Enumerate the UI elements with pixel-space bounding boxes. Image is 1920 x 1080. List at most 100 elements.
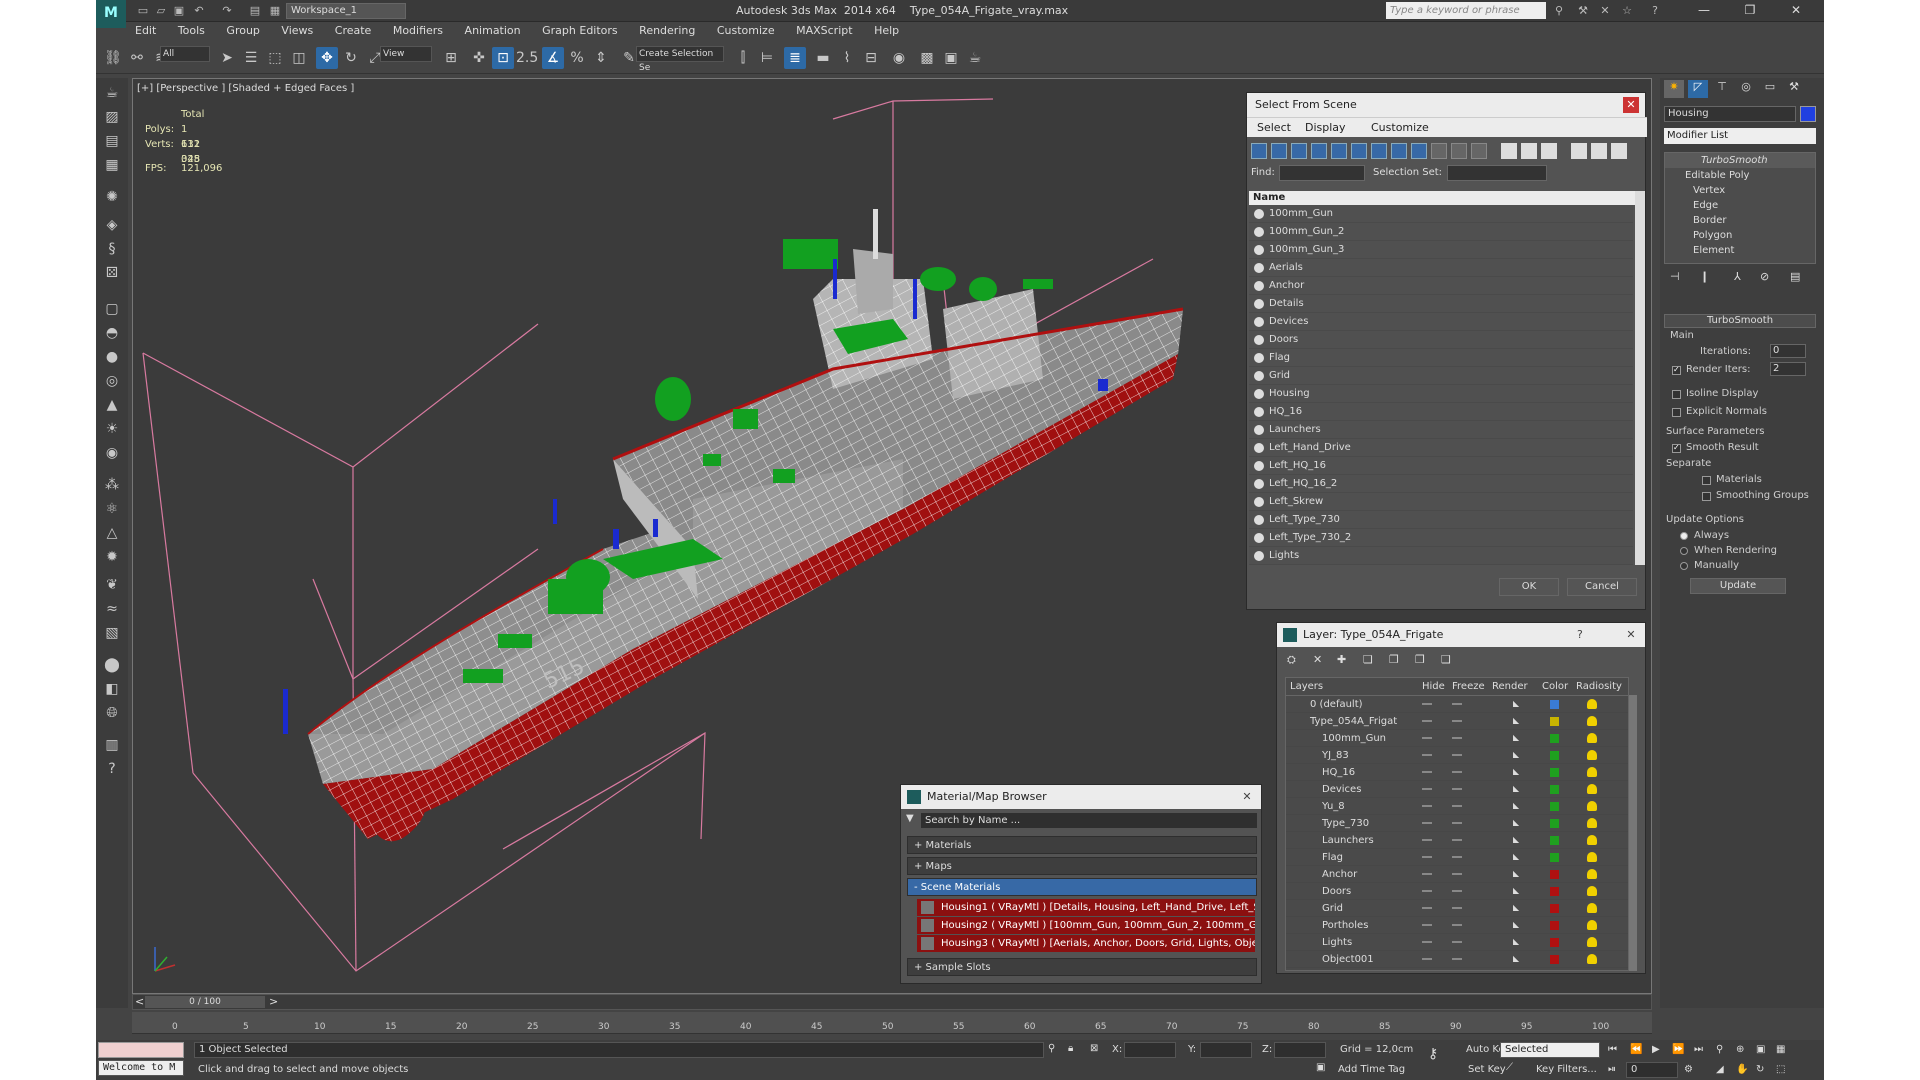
key-mode-dropdown[interactable]: Selected bbox=[1500, 1042, 1600, 1058]
filter-groups-icon[interactable] bbox=[1371, 143, 1387, 159]
x-coord-input[interactable] bbox=[1124, 1042, 1176, 1058]
tab-select[interactable]: Select bbox=[1257, 121, 1291, 134]
time-prev-icon[interactable]: < bbox=[135, 995, 144, 1008]
cancel-button[interactable]: Cancel bbox=[1567, 578, 1637, 596]
layer-color-swatch[interactable] bbox=[1550, 768, 1559, 777]
radiosity-icon[interactable] bbox=[1587, 852, 1597, 862]
layer-help-icon[interactable]: ? bbox=[1577, 628, 1583, 641]
list-icon[interactable]: ▤ bbox=[101, 130, 123, 152]
current-frame-input[interactable]: 0 bbox=[1626, 1062, 1678, 1078]
help-search-input[interactable]: Type a keyword or phrase bbox=[1386, 2, 1546, 19]
layer-row[interactable]: Portholes ◣ bbox=[1286, 917, 1628, 934]
group-scene-materials[interactable]: - Scene Materials bbox=[907, 878, 1257, 896]
scene-list-item[interactable]: HQ_16 bbox=[1249, 403, 1633, 421]
layer-color-swatch[interactable] bbox=[1550, 700, 1559, 709]
light-bulb-icon[interactable]: ✺ bbox=[101, 186, 123, 208]
radiosity-icon[interactable] bbox=[1587, 818, 1597, 828]
hide-all-icon[interactable]: ❒ bbox=[1415, 653, 1425, 666]
radiosity-icon[interactable] bbox=[1587, 903, 1597, 913]
time-config-icon[interactable]: ⚙ bbox=[1684, 1064, 1693, 1075]
layer-row[interactable]: Type_730 ◣ bbox=[1286, 815, 1628, 832]
radiosity-icon[interactable] bbox=[1587, 733, 1597, 743]
hide-toggle[interactable] bbox=[1422, 771, 1432, 773]
help-icon[interactable]: ? bbox=[1648, 4, 1662, 18]
create-tab-icon[interactable]: ✷ bbox=[1664, 80, 1684, 98]
freeze-toggle[interactable] bbox=[1452, 839, 1462, 841]
stack-item-editable-poly[interactable]: Editable Poly bbox=[1665, 168, 1815, 183]
scene-list-item[interactable]: 100mm_Gun_2 bbox=[1249, 223, 1633, 241]
render-toggle-icon[interactable]: ◣ bbox=[1513, 886, 1523, 896]
align-icon[interactable]: ⊨ bbox=[756, 47, 778, 69]
undo-icon[interactable]: ↶ bbox=[192, 4, 206, 18]
filter-shapes-icon[interactable] bbox=[1271, 143, 1287, 159]
add-to-layer-icon[interactable]: ✚ bbox=[1337, 653, 1346, 666]
render-toggle-icon[interactable]: ◣ bbox=[1513, 767, 1523, 777]
menu-modifiers[interactable]: Modifiers bbox=[384, 22, 452, 40]
select-scene-close-button[interactable]: ✕ bbox=[1623, 97, 1639, 113]
render-toggle-icon[interactable]: ◣ bbox=[1513, 954, 1523, 964]
add-time-tag[interactable]: Add Time Tag bbox=[1338, 1064, 1405, 1075]
hide-toggle[interactable] bbox=[1422, 856, 1432, 858]
col-freeze[interactable]: Freeze bbox=[1452, 681, 1485, 692]
freeze-toggle[interactable] bbox=[1452, 788, 1462, 790]
menu-rendering[interactable]: Rendering bbox=[630, 22, 704, 40]
dome-icon[interactable]: ◓ bbox=[101, 322, 123, 344]
scene-list-item[interactable]: Grid bbox=[1249, 367, 1633, 385]
default-in-out-icon[interactable]: ⟋ bbox=[1506, 1062, 1513, 1073]
scene-list-item[interactable]: Flag bbox=[1249, 349, 1633, 367]
particles-icon[interactable]: ⁂ bbox=[101, 474, 123, 496]
hide-toggle[interactable] bbox=[1422, 839, 1432, 841]
filter-lights-icon[interactable] bbox=[1291, 143, 1307, 159]
col-layers[interactable]: Layers bbox=[1290, 681, 1323, 692]
hair-icon[interactable]: ≈ bbox=[101, 598, 123, 620]
render-toggle-icon[interactable]: ◣ bbox=[1513, 818, 1523, 828]
render-toggle-icon[interactable]: ◣ bbox=[1513, 869, 1523, 879]
menu-help[interactable]: Help bbox=[865, 22, 908, 40]
sun-icon[interactable]: ☀ bbox=[101, 418, 123, 440]
sphere-icon[interactable]: ● bbox=[101, 346, 123, 368]
col-hide[interactable]: Hide bbox=[1422, 681, 1445, 692]
previous-frame-icon[interactable]: ⏪ bbox=[1630, 1044, 1642, 1055]
unlink-icon[interactable]: ⚯ bbox=[126, 47, 148, 69]
name-column-header[interactable]: Name bbox=[1249, 191, 1635, 205]
layer-color-swatch[interactable] bbox=[1550, 785, 1559, 794]
layer-color-swatch[interactable] bbox=[1550, 819, 1559, 828]
layer-row[interactable]: Object001 ◣ bbox=[1286, 951, 1628, 968]
isolate-selection-icon[interactable]: ⚲ bbox=[1048, 1043, 1055, 1054]
layer-row[interactable]: Lights ◣ bbox=[1286, 934, 1628, 951]
material-item[interactable]: Housing3 ( VRayMtl ) [Aerials, Anchor, D… bbox=[917, 935, 1255, 952]
render-toggle-icon[interactable]: ◣ bbox=[1513, 937, 1523, 947]
time-next-icon[interactable]: > bbox=[269, 995, 278, 1008]
scene-list-item[interactable]: Left_HQ_16 bbox=[1249, 457, 1633, 475]
material-item[interactable]: Housing2 ( VRayMtl ) [100mm_Gun, 100mm_G… bbox=[917, 917, 1255, 934]
hide-toggle[interactable] bbox=[1422, 941, 1432, 943]
go-to-start-icon[interactable]: ⏮ bbox=[1608, 1044, 1617, 1055]
curve-editor-icon[interactable]: ⌇ bbox=[836, 47, 858, 69]
grid-icon[interactable]: ▦ bbox=[101, 154, 123, 176]
z-coord-input[interactable] bbox=[1274, 1042, 1326, 1058]
maxscript-welcome[interactable]: Welcome to M bbox=[98, 1060, 184, 1076]
object-color-swatch[interactable] bbox=[1800, 106, 1816, 122]
separate-smoothing-checkbox[interactable] bbox=[1702, 492, 1711, 501]
freeze-toggle[interactable] bbox=[1452, 720, 1462, 722]
key-mode-toggle-icon[interactable]: ⏯ bbox=[1608, 1064, 1616, 1075]
select-object-icon[interactable]: ➤ bbox=[216, 47, 238, 69]
freeze-toggle[interactable] bbox=[1452, 958, 1462, 960]
layer-color-swatch[interactable] bbox=[1550, 836, 1559, 845]
tools-icon[interactable]: ⚒ bbox=[1576, 4, 1590, 18]
molecule-icon[interactable]: ⚛ bbox=[101, 498, 123, 520]
stack-item-border[interactable]: Border bbox=[1665, 213, 1815, 228]
layer-color-swatch[interactable] bbox=[1550, 938, 1559, 947]
app-logo-icon[interactable]: M bbox=[96, 0, 126, 28]
project-folder-icon[interactable]: ▦ bbox=[268, 4, 282, 18]
tab-display[interactable]: Display bbox=[1305, 121, 1346, 134]
material-browser-close-button[interactable]: ✕ bbox=[1239, 789, 1255, 805]
display-influences-icon[interactable] bbox=[1521, 143, 1537, 159]
radiosity-icon[interactable] bbox=[1587, 716, 1597, 726]
menu-tools[interactable]: Tools bbox=[169, 22, 214, 40]
radiosity-icon[interactable] bbox=[1587, 784, 1597, 794]
freeze-toggle[interactable] bbox=[1452, 771, 1462, 773]
hide-toggle[interactable] bbox=[1422, 754, 1432, 756]
hide-toggle[interactable] bbox=[1422, 805, 1432, 807]
ok-button[interactable]: OK bbox=[1499, 578, 1559, 596]
